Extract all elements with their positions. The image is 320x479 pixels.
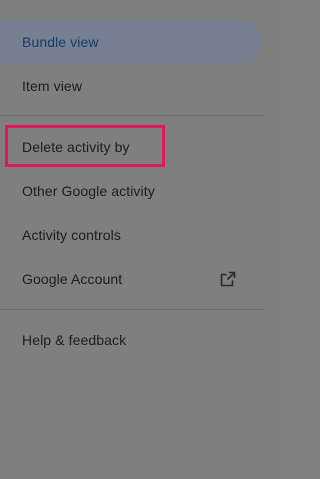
menu-item-bundle-view[interactable]: Bundle view (22, 31, 99, 53)
menu-item-help-feedback[interactable]: Help & feedback (22, 329, 126, 351)
divider (0, 309, 264, 310)
menu-item-other-google-activity[interactable]: Other Google activity (22, 180, 155, 202)
menu-item-item-view[interactable]: Item view (22, 75, 82, 97)
divider (0, 115, 264, 116)
menu-item-google-account[interactable]: Google Account (22, 268, 122, 290)
navigation-drawer: Bundle view Item view Delete activity by… (0, 0, 281, 479)
menu-item-activity-controls[interactable]: Activity controls (22, 224, 121, 246)
open-in-new-icon (220, 271, 236, 287)
highlight-box (5, 125, 165, 167)
